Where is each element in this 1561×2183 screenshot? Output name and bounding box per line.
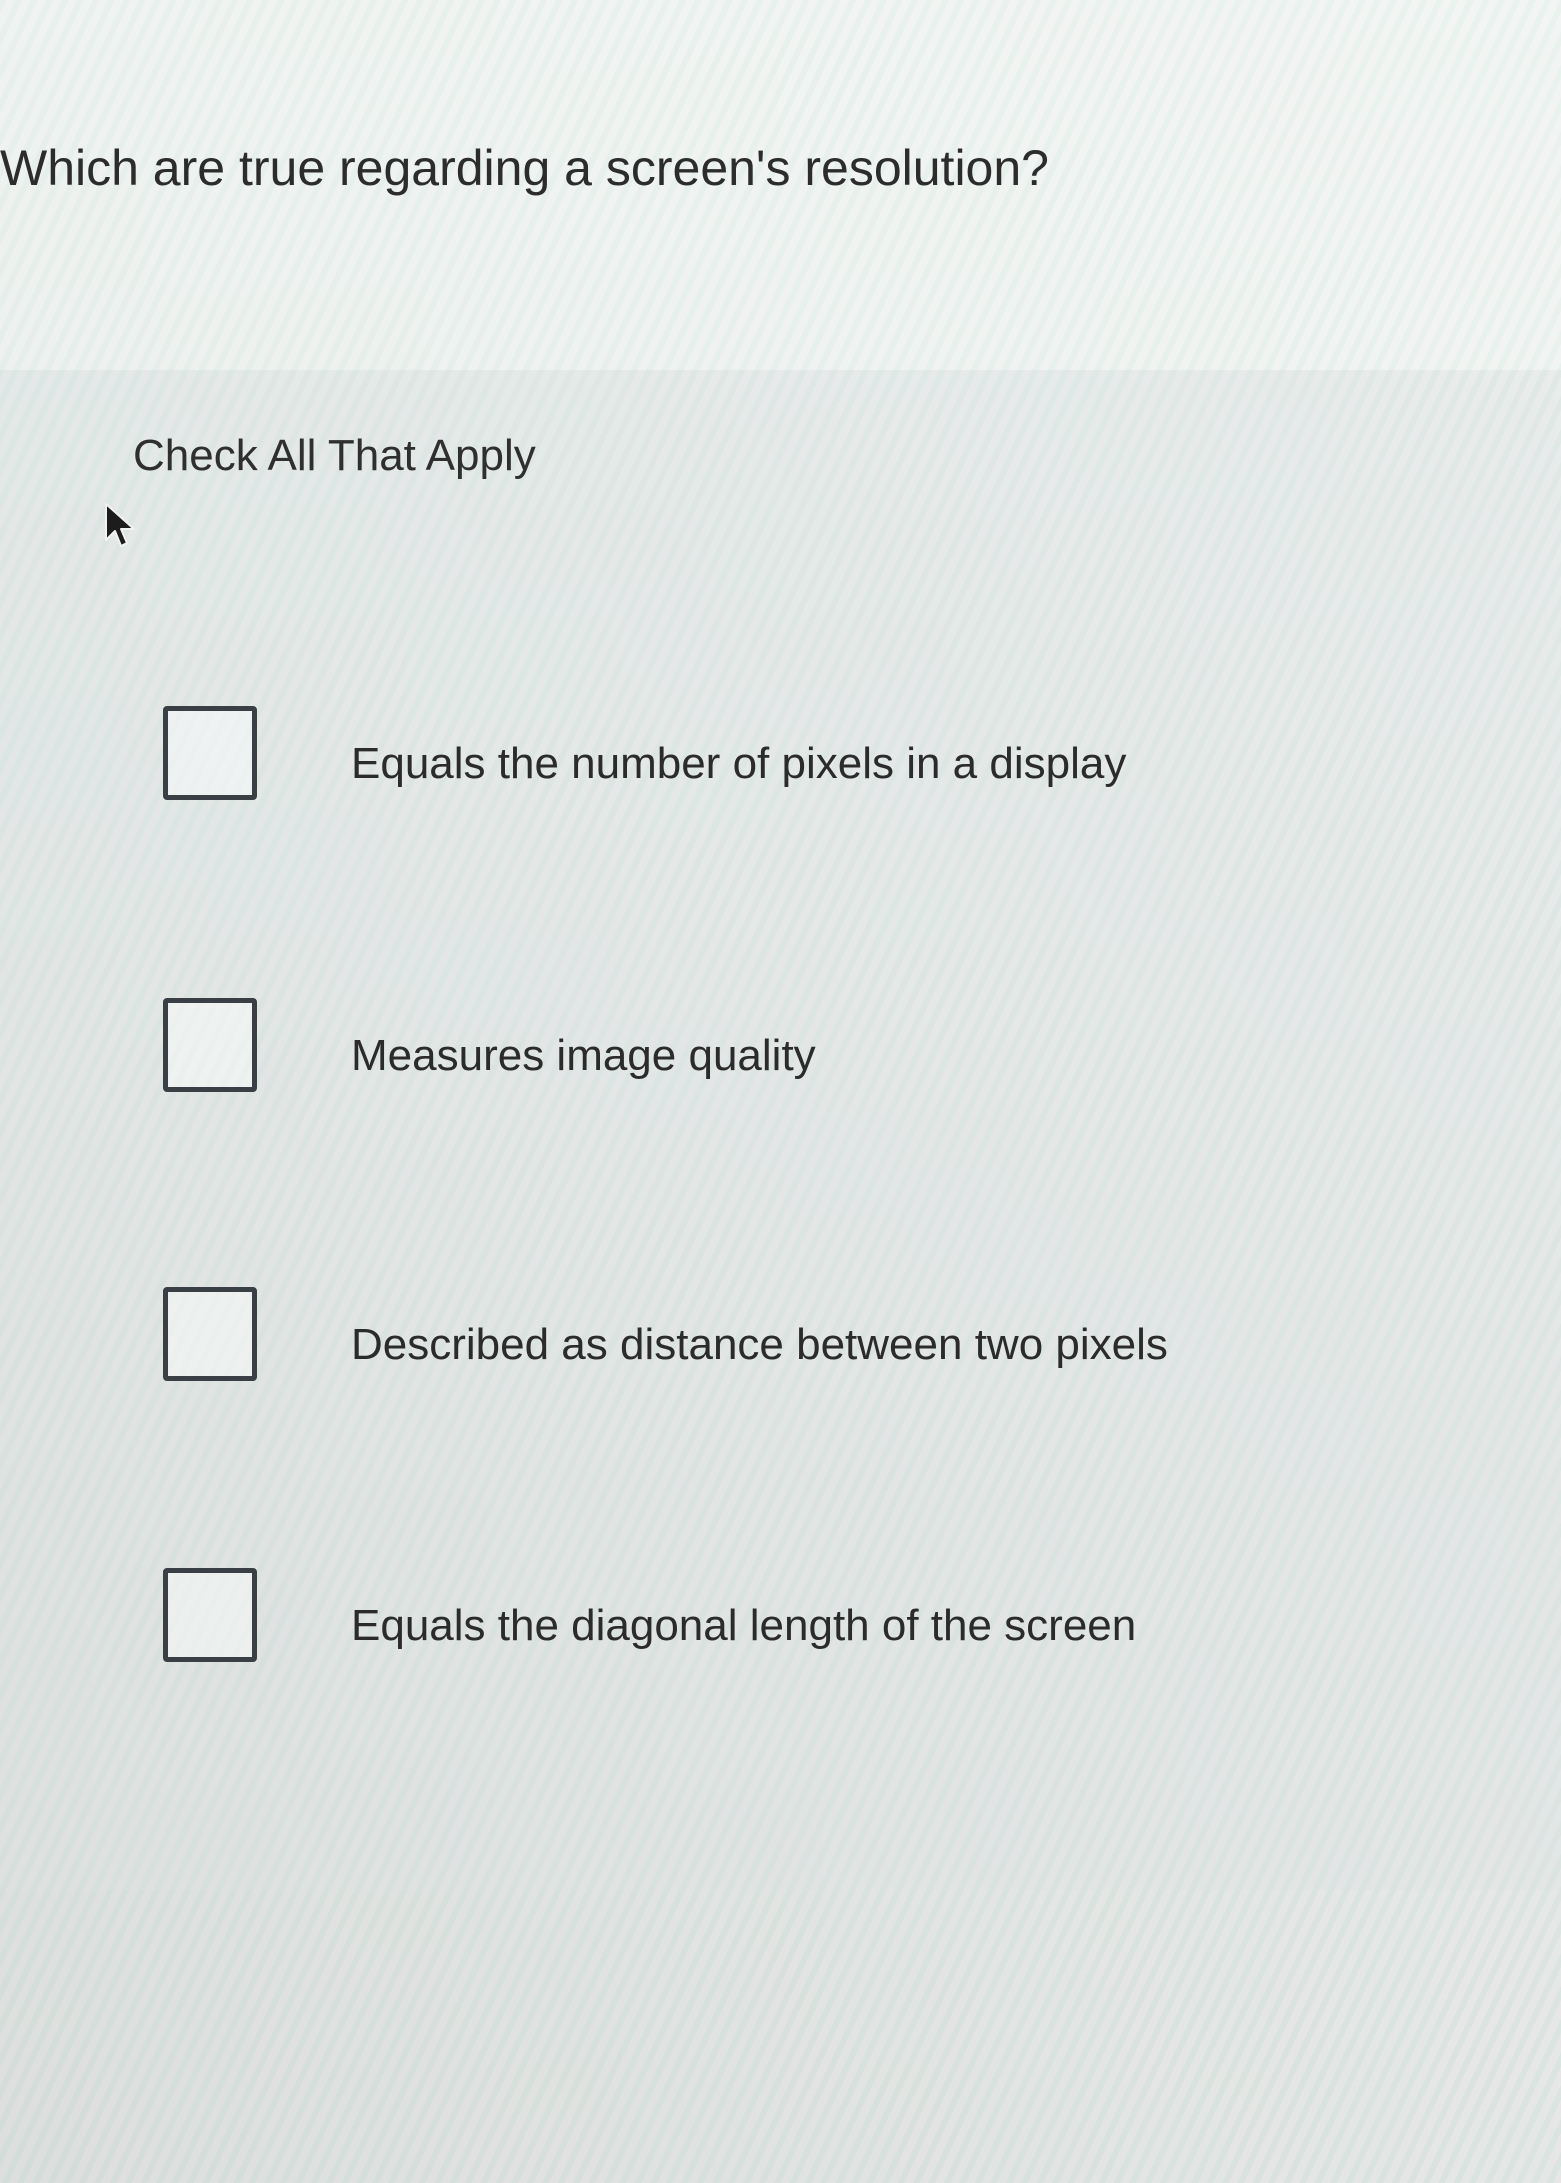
option-label: Equals the diagonal length of the screen: [351, 1601, 1137, 1650]
option-label: Measures image quality: [351, 1031, 816, 1080]
mouse-pointer-icon: [105, 503, 135, 547]
question-area: Which are true regarding a screen's reso…: [0, 0, 1561, 370]
checkbox-empty-icon[interactable]: [163, 706, 257, 800]
checkbox-empty-icon[interactable]: [163, 998, 257, 1092]
instruction-text: Check All That Apply: [133, 431, 536, 480]
option-label: Equals the number of pixels in a display: [351, 739, 1127, 788]
option-1[interactable]: Equals the number of pixels in a display: [163, 706, 1463, 806]
question-text: Which are true regarding a screen's reso…: [0, 140, 1049, 196]
checkbox-empty-icon[interactable]: [163, 1568, 257, 1662]
option-4[interactable]: Equals the diagonal length of the screen: [163, 1568, 1463, 1668]
checkbox-empty-icon[interactable]: [163, 1287, 257, 1381]
option-2[interactable]: Measures image quality: [163, 998, 1463, 1098]
option-label: Described as distance between two pixels: [351, 1320, 1168, 1369]
option-3[interactable]: Described as distance between two pixels: [163, 1287, 1463, 1387]
